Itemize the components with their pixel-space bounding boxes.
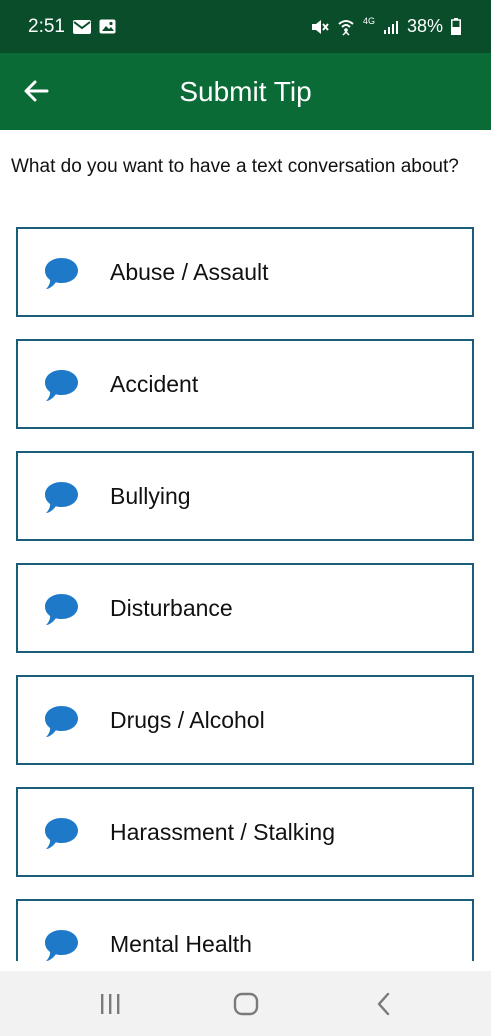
topic-label: Abuse / Assault	[110, 258, 269, 285]
topic-item-abuse-assault[interactable]: Abuse / Assault	[16, 227, 474, 317]
chat-bubble-icon	[45, 370, 78, 401]
topic-item-harassment-stalking[interactable]: Harassment / Stalking	[16, 787, 474, 877]
topic-label: Mental Health	[110, 930, 252, 957]
topic-item-bullying[interactable]: Bullying	[16, 451, 474, 541]
signal-icon	[383, 19, 399, 35]
status-time: 2:51	[28, 15, 65, 37]
wifi-calling-icon	[337, 18, 355, 36]
chat-bubble-icon	[45, 482, 78, 513]
chat-bubble-icon	[45, 818, 78, 849]
network-type-label: 4G	[362, 15, 375, 26]
topic-list[interactable]: Abuse / Assault Accident Bullying Distur…	[0, 227, 491, 961]
app-bar: Submit Tip	[0, 53, 491, 130]
battery-percent: 38%	[406, 16, 443, 36]
recent-apps-icon	[101, 994, 120, 1014]
arrow-left-icon	[24, 80, 49, 102]
back-button[interactable]	[18, 73, 54, 109]
status-bar-left: 2:51	[28, 16, 116, 38]
status-bar-right: 4G 38%	[311, 16, 461, 37]
topic-item-disturbance[interactable]: Disturbance	[16, 563, 474, 653]
topic-item-accident[interactable]: Accident	[16, 339, 474, 429]
topic-label: Bullying	[110, 482, 191, 509]
system-nav-bar	[0, 971, 491, 1036]
topic-label: Harassment / Stalking	[110, 818, 335, 845]
recent-apps-button[interactable]	[90, 990, 130, 1018]
chat-bubble-icon	[45, 594, 78, 625]
page-title: Submit Tip	[179, 75, 312, 107]
battery-icon	[451, 18, 461, 35]
image-icon	[99, 19, 116, 34]
chat-bubble-icon	[45, 930, 78, 961]
home-icon	[233, 992, 259, 1016]
topic-label: Disturbance	[110, 594, 233, 621]
system-back-button[interactable]	[364, 990, 404, 1018]
back-icon	[377, 992, 390, 1016]
mail-icon	[72, 19, 91, 34]
chat-bubble-icon	[45, 706, 78, 737]
chat-bubble-icon	[45, 258, 78, 289]
topic-label: Accident	[110, 370, 199, 397]
topic-item-mental-health[interactable]: Mental Health	[16, 899, 474, 961]
mute-icon	[311, 19, 329, 35]
question-prompt: What do you want to have a text conversa…	[11, 156, 459, 177]
home-button[interactable]	[226, 990, 266, 1018]
status-bar: 2:51 4G 38%	[0, 0, 491, 53]
topic-item-drugs-alcohol[interactable]: Drugs / Alcohol	[16, 675, 474, 765]
topic-label: Drugs / Alcohol	[110, 706, 265, 733]
